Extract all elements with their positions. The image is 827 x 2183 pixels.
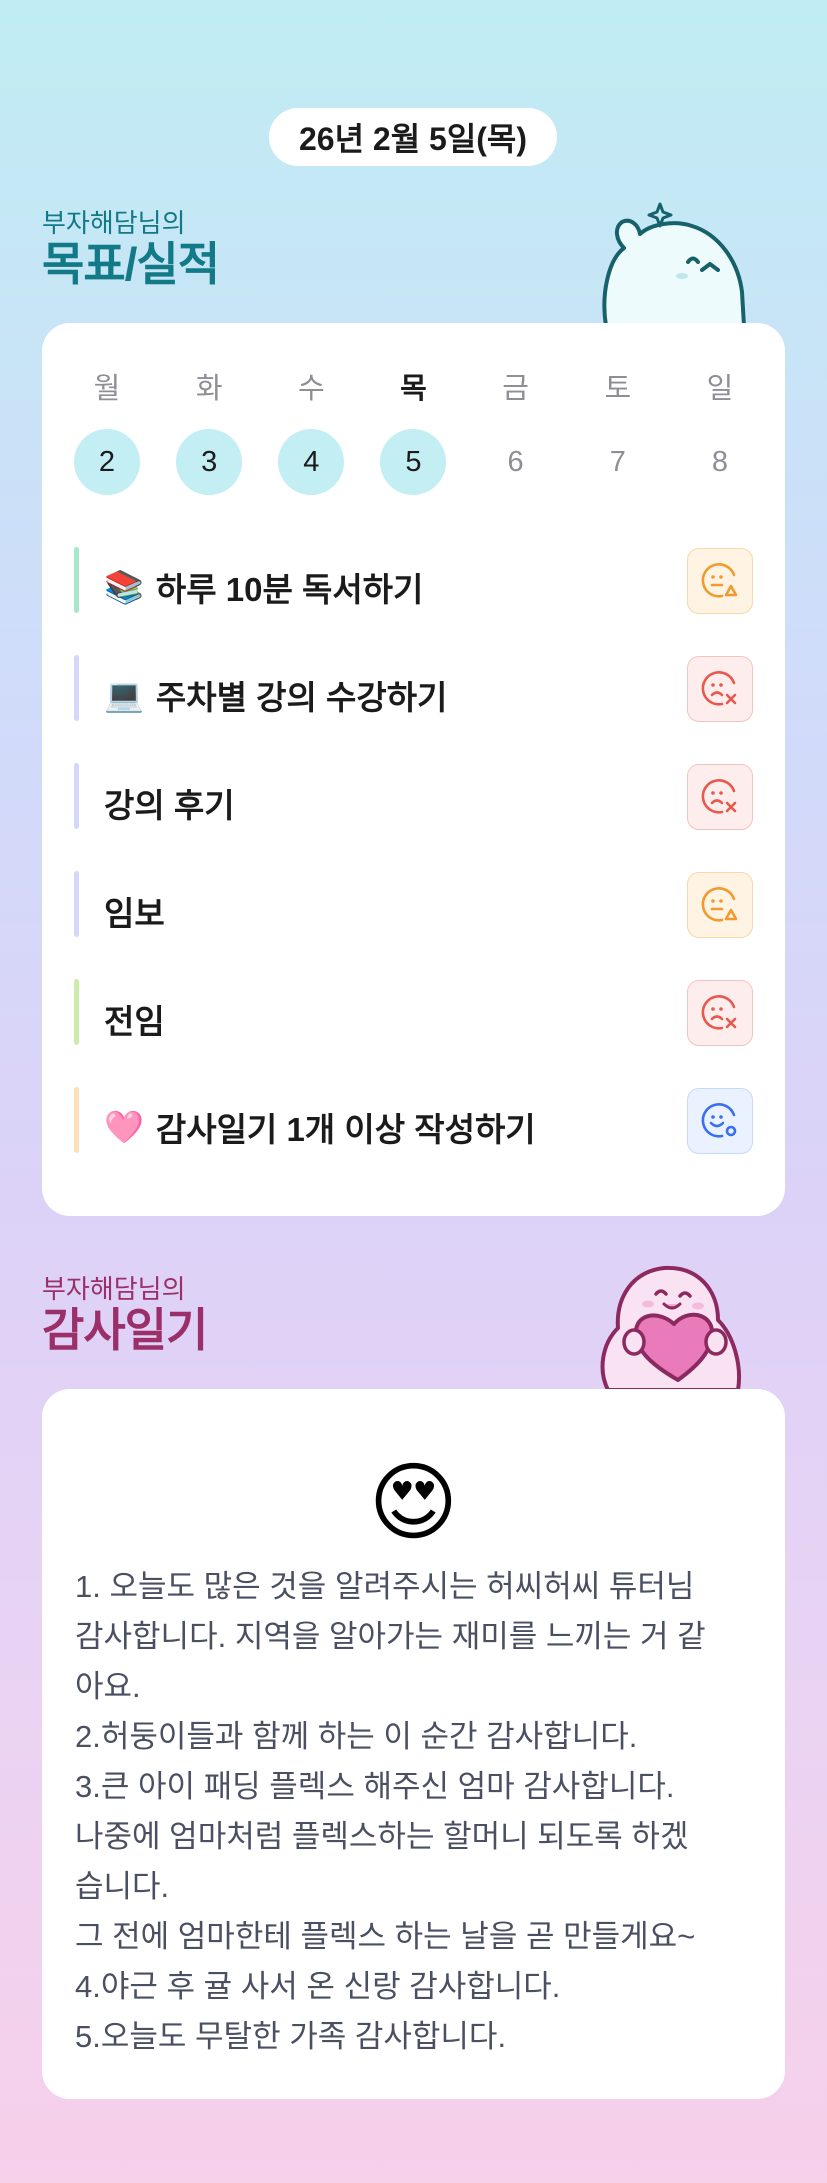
face-x-icon[interactable] [687,764,753,830]
goal-emoji-icon: 🩷 [104,1109,144,1145]
goal-color-bar [74,871,79,937]
goals-title: 목표/실적 [42,238,220,290]
goal-emoji-icon: 💻 [104,677,144,713]
goal-item[interactable]: 💻 주차별 강의 수강하기 [74,641,753,749]
gratitude-diary-card: 😍 1. 오늘도 많은 것을 알려주시는 허씨허씨 튜터님 감사합니다. 지역을… [42,1389,785,2099]
day-number[interactable]: 4 [278,429,345,495]
face-triangle-icon[interactable] [687,872,753,938]
goal-label: 🩷 감사일기 1개 이상 작성하기 [104,1103,536,1151]
goal-color-bar [74,979,79,1045]
gratitude-diary-text: 1. 오늘도 많은 것을 알려주시는 허씨허씨 튜터님 감사합니다. 지역을 알… [75,1569,706,2054]
day-name: 금 [502,373,529,405]
goal-list: 📚 하루 10분 독서하기 💻 주차별 강의 수강하기강의 후기임보전임 🩷 감사일기 1… [74,533,753,1181]
goal-color-bar [74,763,79,829]
face-triangle-icon[interactable] [687,548,753,614]
goal-label-text: 임보 [104,895,165,932]
gratitude-title: 감사일기 [42,1304,208,1356]
goal-label: 📚 하루 10분 독서하기 [104,563,423,611]
day-column[interactable]: 수4 [278,371,345,495]
day-number[interactable]: 5 [380,429,447,495]
day-name: 화 [195,373,223,405]
goal-item[interactable]: 📚 하루 10분 독서하기 [74,533,753,641]
goal-label-text: 주차별 강의 수강하기 [155,679,448,716]
face-circle-icon[interactable] [687,1088,753,1154]
goal-label: 전임 [104,995,165,1043]
goal-label: 💻 주차별 강의 수강하기 [104,671,447,719]
face-x-icon[interactable] [687,980,753,1046]
day-column[interactable]: 월2 [74,371,140,495]
heart-eyes-emoji: 😍 [368,1455,459,1551]
goal-label-text: 감사일기 1개 이상 작성하기 [155,1111,536,1148]
goal-item[interactable]: 임보 [74,857,753,965]
week-strip: 월2화3수4목5금6토7일8 [74,371,753,495]
face-x-icon[interactable] [687,656,753,722]
heart-mascot-illustration [600,1265,741,1390]
date-pill: 26년 2월 5일(목) [269,108,557,166]
day-column[interactable]: 일8 [687,371,753,495]
waving-mascot-illustration [602,202,746,326]
day-name: 수 [297,373,325,405]
day-column[interactable]: 화3 [176,371,243,495]
day-column[interactable]: 토7 [585,371,651,495]
day-name: 일 [706,373,734,405]
goal-label-text: 하루 10분 독서하기 [155,571,424,608]
day-name: 월 [93,373,121,405]
day-name: 토 [604,373,632,405]
gratitude-section-header: 부자해담님의 감사일기 [42,1274,208,1356]
goal-label: 임보 [104,887,165,935]
goals-owner-label: 부자해담님의 [42,208,186,238]
goal-label-text: 강의 후기 [104,787,235,824]
goal-color-bar [74,1087,79,1153]
goals-card: 월2화3수4목5금6토7일8 📚 하루 10분 독서하기 💻 주차별 강의 수강하기 강… [42,323,785,1216]
day-column[interactable]: 목5 [380,371,447,495]
goal-color-bar [74,547,79,613]
day-number[interactable]: 2 [74,429,140,495]
day-name: 목 [400,373,427,405]
day-number[interactable]: 7 [585,429,651,495]
goal-item[interactable]: 강의 후기 [74,749,753,857]
goal-emoji-icon: 📚 [104,569,144,605]
goal-color-bar [74,655,79,721]
goal-item[interactable]: 🩷 감사일기 1개 이상 작성하기 [74,1073,753,1181]
day-number[interactable]: 6 [483,429,549,495]
goals-section-header: 부자해담님의 목표/실적 [42,208,220,290]
day-number[interactable]: 8 [687,429,753,495]
goal-label: 강의 후기 [104,779,235,827]
goal-item[interactable]: 전임 [74,965,753,1073]
day-column[interactable]: 금6 [483,371,549,495]
day-number[interactable]: 3 [176,429,243,495]
gratitude-owner-label: 부자해담님의 [42,1274,186,1304]
goal-label-text: 전임 [104,1003,165,1040]
